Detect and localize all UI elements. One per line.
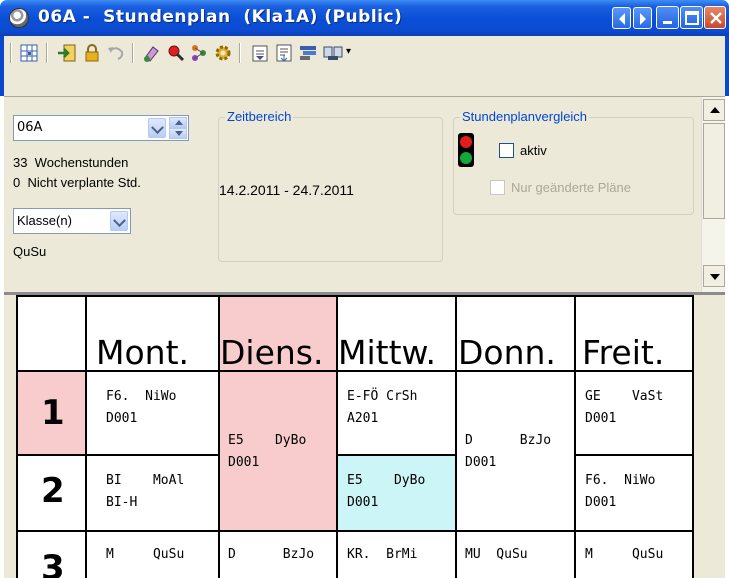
settings-gear-icon[interactable] bbox=[212, 42, 234, 64]
lock-icon[interactable] bbox=[81, 42, 103, 64]
search-icon[interactable] bbox=[165, 42, 187, 64]
date-range-text: 14.2.2011 - 24.7.2011 bbox=[219, 182, 354, 198]
grid-line bbox=[16, 295, 18, 578]
unplanned-hours-text: 0 Nicht verplante Std. bbox=[13, 175, 141, 190]
lesson-cell[interactable]: BI MoAl bbox=[106, 471, 184, 491]
paint-icon[interactable] bbox=[141, 42, 163, 64]
scroll-up-icon[interactable] bbox=[703, 99, 725, 121]
day-header-tue[interactable]: Diens. bbox=[220, 333, 323, 372]
changed-plans-label: Nur geänderte Pläne bbox=[511, 180, 631, 195]
lesson-room[interactable]: D001 bbox=[228, 453, 259, 473]
aktiv-label: aktiv bbox=[520, 143, 547, 158]
lesson-cell[interactable]: GE VaSt bbox=[585, 387, 663, 407]
import-icon[interactable] bbox=[56, 42, 78, 64]
vergleich-group: Stundenplanvergleich aktiv Nur geänderte… bbox=[453, 109, 694, 215]
toolbar-separator bbox=[10, 43, 12, 63]
lesson-cell[interactable]: M QuSu bbox=[106, 545, 184, 565]
period-1-label: 1 bbox=[41, 393, 65, 433]
panel-scrollbar[interactable] bbox=[701, 97, 725, 293]
print-icon[interactable] bbox=[249, 42, 271, 64]
spin-down-icon[interactable] bbox=[169, 128, 187, 139]
info-panel: 06A 33 Wochenstunden 0 Nicht verplante S… bbox=[4, 96, 725, 293]
grid-line bbox=[336, 454, 457, 456]
lesson-room[interactable]: A201 bbox=[347, 409, 378, 429]
day-header-wed[interactable]: Mittw. bbox=[338, 333, 436, 372]
lesson-cell[interactable]: D BzJo bbox=[228, 545, 314, 565]
minimize-button[interactable] bbox=[656, 6, 679, 29]
share-icon[interactable] bbox=[188, 42, 210, 64]
lesson-cell[interactable]: D BzJo bbox=[465, 431, 551, 451]
report-icon[interactable] bbox=[273, 42, 295, 64]
lesson-cell[interactable]: E5 DyBo bbox=[347, 471, 425, 491]
chevron-down-icon[interactable] bbox=[148, 118, 166, 138]
lesson-room[interactable]: D001 bbox=[465, 453, 496, 473]
grid-icon[interactable] bbox=[18, 42, 40, 64]
lesson-room[interactable]: D001 bbox=[585, 409, 616, 429]
class-selector-value: 06A bbox=[17, 120, 43, 135]
lesson-room[interactable]: BI-H bbox=[106, 493, 137, 513]
maximize-button[interactable] bbox=[680, 6, 703, 29]
grid-line bbox=[574, 295, 576, 578]
vergleich-label: Stundenplanvergleich bbox=[460, 109, 590, 124]
weekly-hours-text: 33 Wochenstunden bbox=[13, 155, 129, 170]
lesson-cell[interactable]: F6. NiWo bbox=[585, 471, 655, 491]
next-arrow-icon[interactable] bbox=[633, 7, 652, 29]
class-teacher-text: QuSu bbox=[13, 244, 47, 259]
aktiv-checkbox[interactable] bbox=[499, 143, 514, 158]
zeitbereich-group: Zeitbereich 14.2.2011 - 24.7.2011 bbox=[218, 109, 443, 262]
close-button[interactable] bbox=[704, 6, 726, 29]
day-header-thu[interactable]: Donn. bbox=[458, 333, 556, 372]
timetable-grid: Mont. Diens. Mittw. Donn. Freit. 1 2 3 F… bbox=[4, 292, 725, 578]
gear-wheel-icon[interactable] bbox=[9, 8, 29, 28]
period-2-label: 2 bbox=[41, 471, 65, 511]
toolbar-separator bbox=[239, 43, 241, 63]
lesson-cell[interactable]: KR. BrMi bbox=[347, 545, 417, 565]
lesson-cell[interactable]: E5 DyBo bbox=[228, 431, 306, 451]
lesson-cell[interactable]: MU QuSu bbox=[465, 545, 528, 565]
window-title: 06A - Stundenplan (Kla1A) (Public) bbox=[38, 7, 403, 27]
toolbar-separator bbox=[132, 43, 134, 63]
traffic-light-icon[interactable] bbox=[458, 133, 474, 167]
class-selector[interactable]: 06A bbox=[13, 115, 189, 141]
toolbar: ▾ bbox=[0, 36, 729, 96]
day-header-mon[interactable]: Mont. bbox=[96, 333, 189, 372]
grid-line bbox=[16, 295, 694, 297]
toolbar-dropdown-icon[interactable]: ▾ bbox=[346, 46, 351, 57]
chevron-down-icon[interactable] bbox=[110, 211, 128, 231]
changed-plans-checkbox[interactable] bbox=[490, 180, 505, 195]
grid-line bbox=[16, 454, 220, 456]
timetable-sheet: Mont. Diens. Mittw. Donn. Freit. 1 2 3 F… bbox=[16, 295, 694, 578]
layout-icon[interactable] bbox=[297, 42, 319, 64]
lesson-cell[interactable]: F6. NiWo bbox=[106, 387, 176, 407]
grid-line bbox=[85, 295, 87, 578]
scroll-down-icon[interactable] bbox=[703, 265, 725, 287]
lesson-cell[interactable]: M QuSu bbox=[585, 545, 663, 565]
grid-line bbox=[16, 530, 694, 532]
toolbar-separator bbox=[46, 43, 48, 63]
element-type-selector[interactable]: Klasse(n) bbox=[13, 208, 131, 234]
grid-line bbox=[455, 295, 457, 578]
undo-icon[interactable] bbox=[105, 42, 127, 64]
previous-arrow-icon[interactable] bbox=[612, 7, 631, 29]
lesson-room[interactable]: D001 bbox=[106, 409, 137, 429]
period-3-label: 3 bbox=[41, 548, 65, 578]
transfer-icon[interactable] bbox=[322, 42, 344, 64]
title-bar: 06A - Stundenplan (Kla1A) (Public) bbox=[0, 0, 729, 36]
lesson-room[interactable]: D001 bbox=[585, 493, 616, 513]
lesson-room[interactable]: D001 bbox=[347, 493, 378, 513]
day-header-fri[interactable]: Freit. bbox=[582, 333, 664, 372]
scroll-thumb[interactable] bbox=[703, 123, 725, 219]
lesson-cell[interactable]: E-FÖ CrSh bbox=[347, 387, 417, 407]
zeitbereich-label: Zeitbereich bbox=[225, 109, 294, 124]
element-type-value: Klasse(n) bbox=[17, 213, 72, 228]
grid-line bbox=[574, 454, 694, 456]
grid-line bbox=[692, 295, 694, 578]
spin-up-icon[interactable] bbox=[169, 117, 187, 128]
